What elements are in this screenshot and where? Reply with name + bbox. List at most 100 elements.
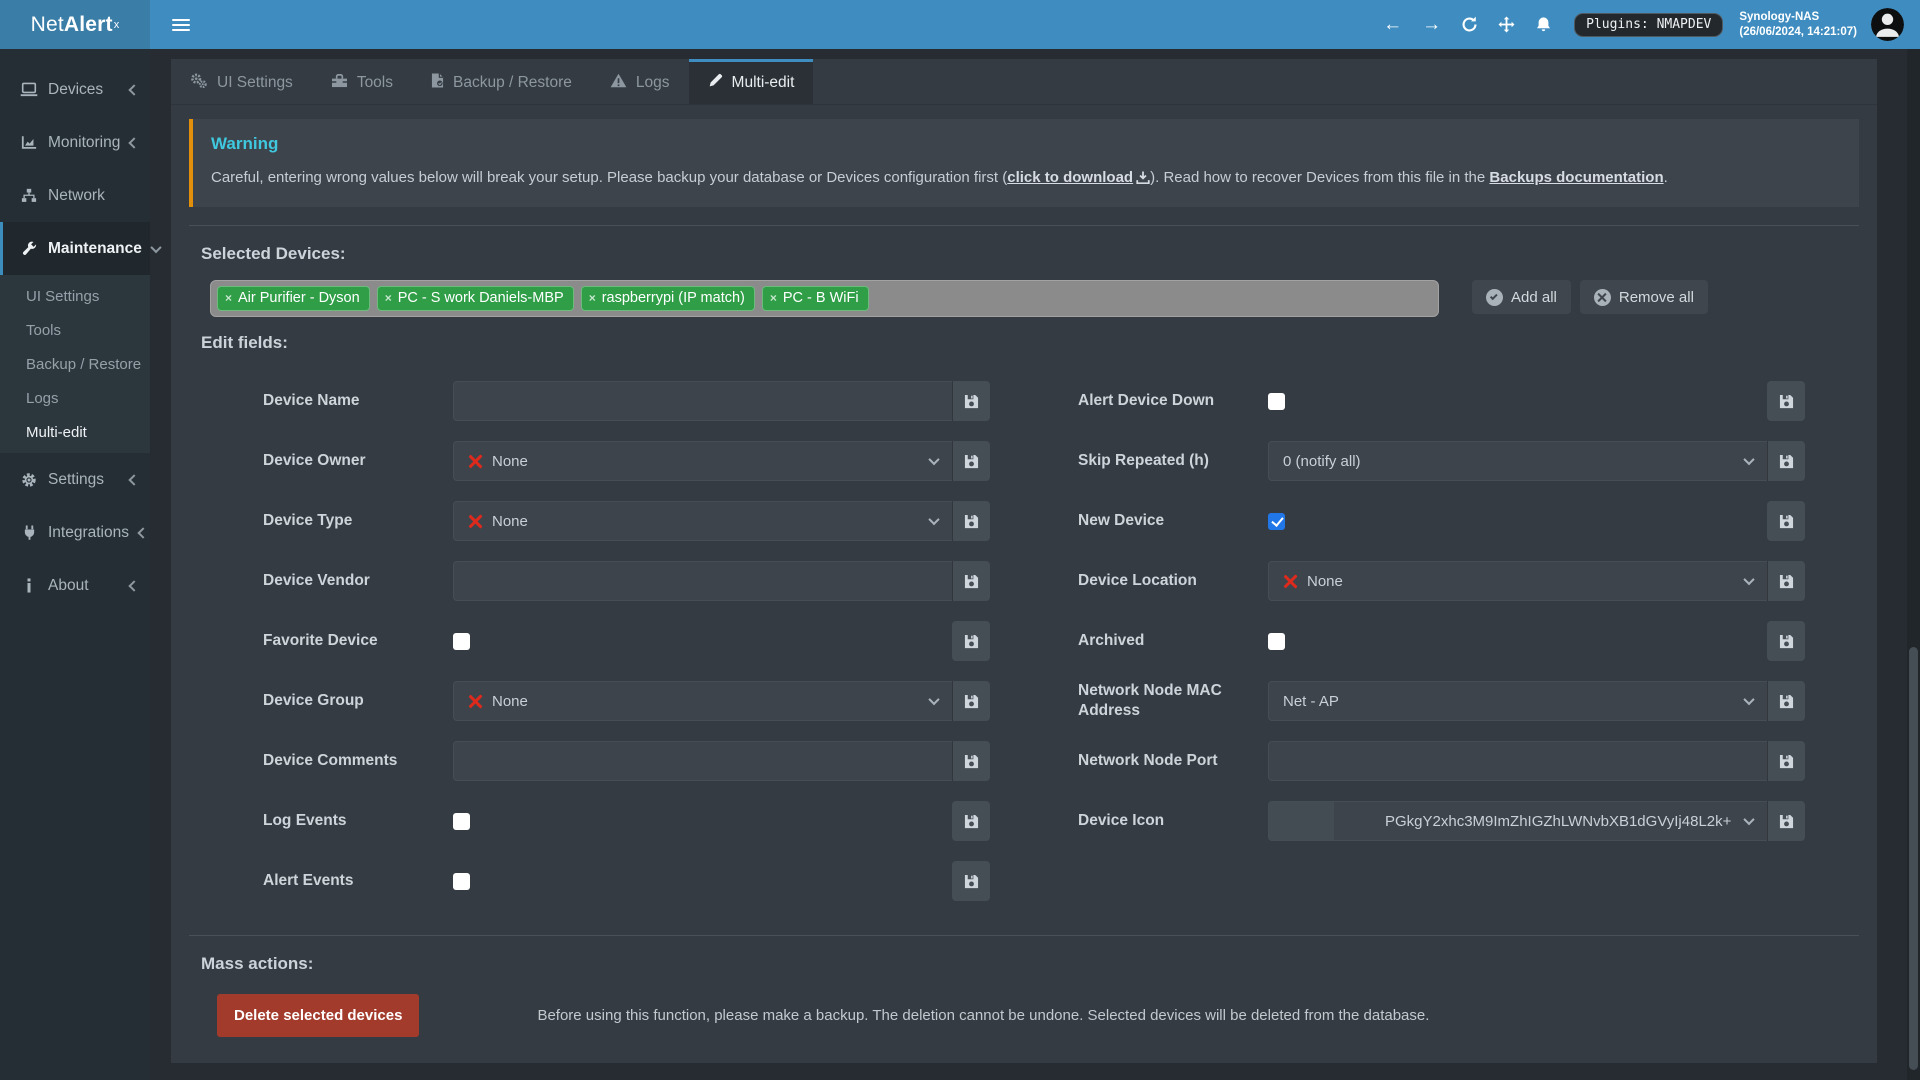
new-device-checkbox[interactable]	[1268, 513, 1285, 530]
select-value: None	[492, 453, 528, 470]
tab-tools[interactable]: Tools	[312, 59, 412, 104]
chevron-left-icon	[137, 527, 148, 538]
sidebar-item-network[interactable]: Network	[0, 169, 150, 222]
scrollbar-thumb[interactable]	[1909, 647, 1918, 1070]
submenu-item-tools[interactable]: Tools	[0, 313, 150, 347]
tab-multi-edit[interactable]: Multi-edit	[689, 59, 814, 104]
device-vendor-input[interactable]	[453, 561, 952, 601]
tab-backup-restore[interactable]: Backup / Restore	[412, 59, 591, 104]
remove-tag-icon[interactable]: ×	[225, 291, 232, 305]
sidebar-item-devices[interactable]: Devices	[0, 63, 150, 116]
submenu-item-multi-edit[interactable]: Multi-edit	[0, 415, 150, 449]
save-button[interactable]	[952, 801, 990, 841]
save-button[interactable]	[952, 861, 990, 901]
save-button[interactable]	[1767, 501, 1805, 541]
network-node-mac-select[interactable]: Net - AP	[1268, 681, 1767, 721]
save-button[interactable]	[952, 621, 990, 661]
device-name-input[interactable]	[453, 381, 952, 421]
sidebar-item-monitoring[interactable]: Monitoring	[0, 116, 150, 169]
chevron-left-icon	[129, 137, 140, 148]
remove-tag-icon[interactable]: ×	[385, 291, 392, 305]
device-tag[interactable]: ×Air Purifier - Dyson	[217, 286, 370, 311]
save-button[interactable]	[952, 501, 990, 541]
sidebar-item-about[interactable]: About	[0, 559, 150, 612]
save-button[interactable]	[1767, 801, 1805, 841]
nav-back-icon[interactable]: ←	[1383, 14, 1402, 36]
tab-label: Logs	[636, 74, 670, 92]
save-button[interactable]	[1767, 381, 1805, 421]
alert-events-checkbox[interactable]	[453, 873, 470, 890]
field-label: Archived	[1078, 631, 1268, 651]
device-icon-preview	[1269, 802, 1334, 840]
device-tag[interactable]: ×PC - S work Daniels-MBP	[377, 286, 574, 311]
download-backup-link[interactable]: click to download	[1007, 169, 1150, 186]
alert-device-down-checkbox[interactable]	[1268, 393, 1285, 410]
vertical-scrollbar[interactable]	[1907, 49, 1920, 1080]
save-button[interactable]	[952, 441, 990, 481]
submenu-item-logs[interactable]: Logs	[0, 381, 150, 415]
tab-ui-settings[interactable]: UI Settings	[171, 59, 312, 104]
move-arrows-icon[interactable]	[1498, 16, 1515, 33]
save-button[interactable]	[952, 561, 990, 601]
remove-all-label: Remove all	[1619, 289, 1694, 306]
host-info: Synology-NAS (26/06/2024, 14:21:07)	[1739, 10, 1857, 40]
device-comments-input[interactable]	[453, 741, 952, 781]
app-logo[interactable]: NetAlertx	[0, 0, 150, 49]
field-label: Skip Repeated (h)	[1078, 451, 1268, 471]
plugins-status-badge[interactable]: Plugins: NMAPDEV	[1574, 13, 1723, 37]
refresh-icon[interactable]	[1461, 16, 1478, 33]
laptop-icon	[20, 82, 38, 97]
device-owner-select[interactable]: None	[453, 441, 952, 481]
skip-repeated-select[interactable]: 0 (notify all)	[1268, 441, 1767, 481]
tab-logs[interactable]: Logs	[591, 59, 689, 104]
save-button[interactable]	[1767, 741, 1805, 781]
notifications-bell-icon[interactable]	[1535, 16, 1552, 33]
network-node-port-input[interactable]	[1268, 741, 1767, 781]
field-label: Alert Device Down	[1078, 391, 1268, 411]
check-circle-icon	[1486, 289, 1503, 306]
save-button[interactable]	[952, 741, 990, 781]
warning-text-part: Careful, entering wrong values below wil…	[211, 169, 1007, 186]
save-button[interactable]	[1767, 681, 1805, 721]
remove-tag-icon[interactable]: ×	[589, 291, 596, 305]
save-button[interactable]	[952, 381, 990, 421]
sidebar-item-label: Maintenance	[48, 240, 142, 258]
remove-all-button[interactable]: Remove all	[1580, 280, 1708, 314]
field-label: Device Icon	[1078, 811, 1268, 831]
sidebar-item-settings[interactable]: Settings	[0, 453, 150, 506]
device-icon-select[interactable]: PGkgY2xhc3M9ImZhIGZhLWNvbXB1dGVyIj48L2k+	[1268, 801, 1767, 841]
submenu-item-backup-restore[interactable]: Backup / Restore	[0, 347, 150, 381]
sidebar-item-integrations[interactable]: Integrations	[0, 506, 150, 559]
save-button[interactable]	[952, 681, 990, 721]
device-group-select[interactable]: None	[453, 681, 952, 721]
save-button[interactable]	[1767, 621, 1805, 661]
field-row-device-icon: Device Icon PGkgY2xhc3M9ImZhIGZhLWNvbXB1…	[1078, 791, 1805, 851]
warning-text-part: ). Read how to recover Devices from this…	[1150, 169, 1489, 186]
selected-devices-multiselect[interactable]: ×Air Purifier - Dyson ×PC - S work Danie…	[210, 280, 1439, 317]
sidebar-item-maintenance[interactable]: Maintenance	[0, 222, 150, 275]
remove-tag-icon[interactable]: ×	[770, 291, 777, 305]
log-events-checkbox[interactable]	[453, 813, 470, 830]
sidebar-toggle-hamburger-icon[interactable]	[164, 13, 198, 37]
pencil-icon	[708, 73, 723, 93]
save-button[interactable]	[1767, 561, 1805, 601]
backups-documentation-link[interactable]: Backups documentation	[1489, 169, 1663, 186]
user-avatar[interactable]	[1871, 8, 1904, 41]
delete-selected-devices-button[interactable]: Delete selected devices	[217, 994, 419, 1037]
device-tag[interactable]: ×raspberrypi (IP match)	[581, 286, 755, 311]
add-all-button[interactable]: Add all	[1472, 280, 1571, 314]
nav-forward-icon[interactable]: →	[1422, 14, 1441, 36]
chevron-down-icon	[1743, 814, 1754, 825]
sidebar-item-label: About	[48, 577, 120, 595]
favorite-device-checkbox[interactable]	[453, 633, 470, 650]
submenu-item-ui-settings[interactable]: UI Settings	[0, 279, 150, 313]
chevron-left-icon	[128, 580, 139, 591]
chevron-left-icon	[128, 84, 139, 95]
device-location-select[interactable]: None	[1268, 561, 1767, 601]
archived-checkbox[interactable]	[1268, 633, 1285, 650]
device-tag[interactable]: ×PC - B WiFi	[762, 286, 869, 311]
save-button[interactable]	[1767, 441, 1805, 481]
chevron-down-icon	[928, 454, 939, 465]
device-type-select[interactable]: None	[453, 501, 952, 541]
select-value: 0 (notify all)	[1283, 453, 1361, 470]
